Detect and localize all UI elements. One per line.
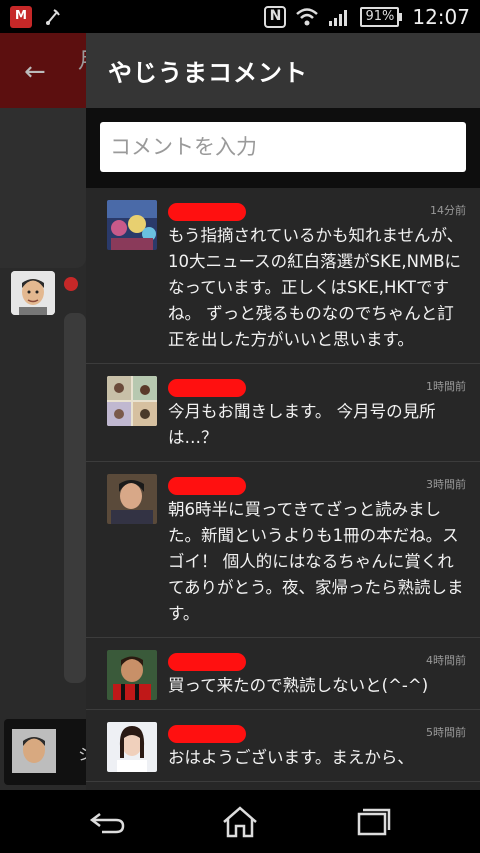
clock: 12:07 [412, 4, 470, 29]
verified-check-icon [64, 277, 78, 291]
drawer-title: やじうまコメント [108, 59, 308, 87]
comment-time: 5時間前 [426, 726, 466, 739]
background-app-header: ← 月 [0, 33, 86, 108]
redacted-username [168, 203, 246, 221]
home-icon [223, 806, 257, 838]
nfc-icon [264, 5, 287, 28]
wifi-icon [296, 7, 319, 25]
comment-time: 3時間前 [426, 478, 466, 491]
recent-apps-icon [357, 808, 391, 836]
status-right: 91% 12:07 [264, 5, 470, 29]
collage-photo-avatar[interactable] [107, 200, 157, 250]
group-photo-avatar[interactable] [107, 376, 157, 426]
comment-text: 買って来たので熟読しないと(^-^) [168, 676, 429, 695]
comment-item[interactable]: 3時間前 朝6時半に買ってきてざっと読みました。新聞というよりも1冊の本だね。ス… [86, 462, 480, 638]
soccer-player-avatar[interactable] [107, 650, 157, 700]
comment-input-area [86, 108, 480, 188]
comment-time: 1時間前 [426, 380, 466, 393]
background-app-title: 月 [78, 43, 86, 75]
comment-text: 今月もお聞きします。 今月号の見所は…？ [168, 402, 436, 447]
background-bottom-card: シ [4, 719, 86, 785]
home-button[interactable] [210, 802, 270, 842]
comment-item[interactable]: 5時間前 おはようございます。まえから、 [86, 710, 480, 782]
status-left [10, 5, 62, 28]
redacted-username [168, 725, 246, 743]
redacted-username [168, 477, 246, 495]
background-app: ← 月 シ [0, 33, 86, 790]
back-button[interactable] [78, 802, 138, 842]
comment-item[interactable]: 4時間前 買って来たので熟読しないと(^-^) [86, 638, 480, 710]
back-icon [89, 813, 125, 834]
recent-apps-button[interactable] [343, 802, 403, 842]
back-arrow-icon[interactable]: ← [24, 57, 46, 87]
redacted-username [168, 379, 246, 397]
comment-time: 4時間前 [426, 654, 466, 667]
status-bar: 91% 12:07 [0, 0, 480, 33]
background-avatar[interactable] [11, 271, 55, 315]
comment-list: 14分前 もう指摘されているかも知れませんが、10大ニュースの紅白落選がSKE,… [86, 188, 480, 782]
battery-level: 91% [360, 6, 400, 27]
battery-tip [399, 12, 403, 21]
battery-icon: 91% [360, 6, 403, 27]
comment-text: おはようございます。まえから、 [168, 748, 414, 767]
background-card [0, 108, 86, 268]
comment-text: もう指摘されているかも知れませんが、10大ニュースの紅白落選がSKE,NMBにな… [168, 226, 464, 349]
usb-debug-icon [46, 8, 60, 25]
comment-item[interactable]: 1時間前 今月もお聞きします。 今月号の見所は…？ [86, 364, 480, 462]
signal-icon [329, 9, 348, 26]
background-bottom-text: シ [78, 741, 86, 765]
person-photo-avatar[interactable] [107, 474, 157, 524]
comment-text: 朝6時半に買ってきてざっと読みました。新聞というよりも1冊の本だね。スゴイ！ 個… [168, 500, 464, 623]
drawer-header: やじうまコメント [86, 33, 480, 108]
redacted-username [168, 653, 246, 671]
navigation-bar [0, 790, 480, 853]
comment-time: 14分前 [430, 204, 466, 217]
comment-input[interactable] [100, 122, 466, 172]
mcafee-icon [10, 5, 32, 28]
girl-photo-avatar[interactable] [107, 722, 157, 772]
background-card [64, 313, 86, 683]
comments-drawer: やじうまコメント 14分前 もう指摘されているかも知れませんが、10大ニュースの… [86, 33, 480, 790]
comment-item[interactable]: 14分前 もう指摘されているかも知れませんが、10大ニュースの紅白落選がSKE,… [86, 188, 480, 364]
